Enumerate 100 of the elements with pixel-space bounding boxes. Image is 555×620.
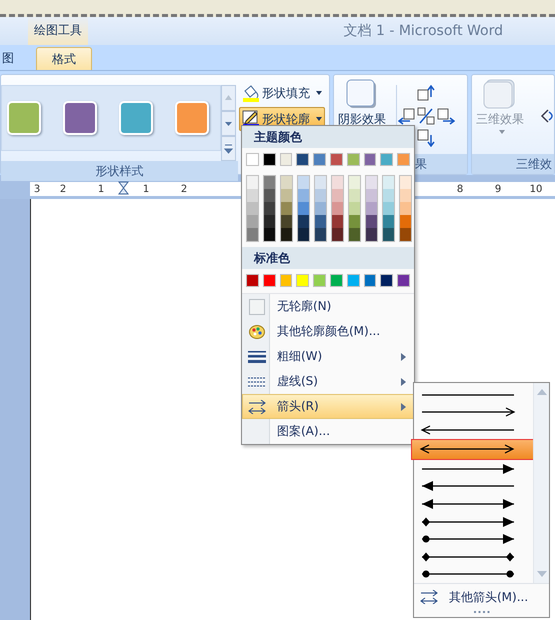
color-swatch[interactable] bbox=[281, 215, 292, 228]
color-swatch[interactable] bbox=[400, 228, 411, 241]
color-swatch[interactable] bbox=[264, 189, 275, 202]
color-swatch[interactable] bbox=[349, 228, 360, 241]
color-swatch[interactable] bbox=[247, 228, 258, 241]
color-swatch[interactable] bbox=[346, 153, 360, 166]
more-icon[interactable] bbox=[221, 136, 236, 161]
color-swatch[interactable] bbox=[281, 228, 292, 241]
color-swatch[interactable] bbox=[332, 176, 343, 189]
color-swatch[interactable] bbox=[262, 153, 276, 166]
indent-marker-icon[interactable] bbox=[118, 181, 129, 197]
menu-item[interactable]: 箭头(R) bbox=[242, 394, 414, 419]
resize-grip-icon[interactable] bbox=[474, 611, 490, 614]
color-swatch[interactable] bbox=[315, 215, 326, 228]
color-swatch[interactable] bbox=[315, 176, 326, 189]
color-swatch[interactable] bbox=[247, 176, 258, 189]
color-swatch[interactable] bbox=[400, 176, 411, 189]
menu-section-header: 主题颜色 bbox=[242, 126, 414, 148]
color-swatch[interactable] bbox=[264, 228, 275, 241]
menu-item[interactable]: 其他箭头(M)... bbox=[414, 584, 549, 610]
color-swatch[interactable] bbox=[247, 215, 258, 228]
color-swatch[interactable] bbox=[262, 274, 276, 287]
color-swatch[interactable] bbox=[383, 176, 394, 189]
tilt-icon[interactable] bbox=[540, 107, 554, 125]
color-swatch[interactable] bbox=[366, 202, 377, 215]
color-swatch[interactable] bbox=[315, 202, 326, 215]
menu-item[interactable]: 图案(A)... bbox=[242, 419, 414, 444]
color-swatch[interactable] bbox=[383, 202, 394, 215]
color-swatch[interactable] bbox=[247, 189, 258, 202]
color-swatch[interactable] bbox=[346, 274, 360, 287]
color-swatch[interactable] bbox=[298, 202, 309, 215]
color-swatch[interactable] bbox=[349, 176, 360, 189]
submenu-arrow-icon bbox=[401, 402, 406, 410]
color-swatch[interactable] bbox=[330, 153, 343, 166]
scroll-down-icon[interactable] bbox=[221, 111, 236, 136]
color-swatch[interactable] bbox=[298, 228, 309, 241]
menu-item[interactable]: 其他轮廓颜色(M)... bbox=[242, 319, 414, 344]
color-swatch[interactable] bbox=[298, 189, 309, 202]
ribbon-tab[interactable]: 格式 bbox=[36, 47, 92, 70]
nudge-shadow-icon[interactable] bbox=[417, 85, 435, 103]
shadow-toggle-icon[interactable] bbox=[417, 107, 435, 125]
color-swatch[interactable] bbox=[332, 202, 343, 215]
color-swatch[interactable] bbox=[281, 189, 292, 202]
shape-style-option[interactable] bbox=[63, 101, 97, 135]
color-swatch[interactable] bbox=[281, 176, 292, 189]
menu-item[interactable]: 无轮廓(N) bbox=[242, 294, 414, 319]
color-swatch[interactable] bbox=[330, 274, 343, 287]
color-swatch[interactable] bbox=[281, 202, 292, 215]
color-swatch[interactable] bbox=[349, 215, 360, 228]
color-swatch[interactable] bbox=[349, 202, 360, 215]
color-swatch[interactable] bbox=[315, 189, 326, 202]
color-swatch[interactable] bbox=[380, 274, 394, 287]
color-swatch[interactable] bbox=[366, 228, 377, 241]
shape-fill-button[interactable]: 形状填充 bbox=[239, 81, 325, 105]
color-swatch[interactable] bbox=[247, 202, 258, 215]
nudge-shadow-icon[interactable] bbox=[437, 107, 455, 125]
color-swatch[interactable] bbox=[246, 153, 259, 166]
color-swatch[interactable] bbox=[383, 228, 394, 241]
color-swatch[interactable] bbox=[400, 189, 411, 202]
color-swatch[interactable] bbox=[383, 215, 394, 228]
color-swatch[interactable] bbox=[366, 215, 377, 228]
color-swatch[interactable] bbox=[397, 274, 410, 287]
color-swatch[interactable] bbox=[298, 176, 309, 189]
color-swatch[interactable] bbox=[364, 153, 376, 166]
menu-item[interactable]: 虚线(S) bbox=[242, 369, 414, 394]
color-swatch[interactable] bbox=[313, 274, 326, 287]
scroll-down-icon[interactable] bbox=[536, 571, 546, 577]
ribbon-tab[interactable]: 图 bbox=[0, 47, 16, 70]
color-swatch[interactable] bbox=[264, 202, 275, 215]
color-swatch[interactable] bbox=[400, 215, 411, 228]
color-swatch[interactable] bbox=[349, 189, 360, 202]
color-swatch[interactable] bbox=[264, 215, 275, 228]
color-swatch[interactable] bbox=[332, 228, 343, 241]
color-swatch[interactable] bbox=[364, 274, 376, 287]
nudge-shadow-icon[interactable] bbox=[417, 129, 435, 147]
shape-style-option[interactable] bbox=[119, 101, 153, 135]
shape-style-option[interactable] bbox=[175, 101, 209, 135]
dropdown-caret-icon bbox=[316, 91, 322, 95]
color-swatch[interactable] bbox=[264, 176, 275, 189]
color-swatch[interactable] bbox=[296, 153, 310, 166]
color-swatch[interactable] bbox=[280, 274, 292, 287]
color-swatch[interactable] bbox=[298, 215, 309, 228]
color-swatch[interactable] bbox=[296, 274, 310, 287]
scrollbar[interactable] bbox=[533, 383, 549, 583]
color-swatch[interactable] bbox=[280, 153, 292, 166]
menu-item[interactable]: 粗细(W) bbox=[242, 344, 414, 369]
color-swatch[interactable] bbox=[366, 176, 377, 189]
scroll-up-icon[interactable] bbox=[536, 389, 546, 395]
color-swatch[interactable] bbox=[246, 274, 259, 287]
color-swatch[interactable] bbox=[332, 215, 343, 228]
color-swatch[interactable] bbox=[383, 189, 394, 202]
color-swatch[interactable] bbox=[332, 189, 343, 202]
color-swatch[interactable] bbox=[315, 228, 326, 241]
color-swatch[interactable] bbox=[313, 153, 326, 166]
color-swatch[interactable] bbox=[380, 153, 394, 166]
color-swatch[interactable] bbox=[366, 189, 377, 202]
shape-style-option[interactable] bbox=[7, 101, 41, 135]
color-swatch[interactable] bbox=[400, 202, 411, 215]
nudge-shadow-icon[interactable] bbox=[398, 107, 416, 125]
color-swatch[interactable] bbox=[397, 153, 410, 166]
